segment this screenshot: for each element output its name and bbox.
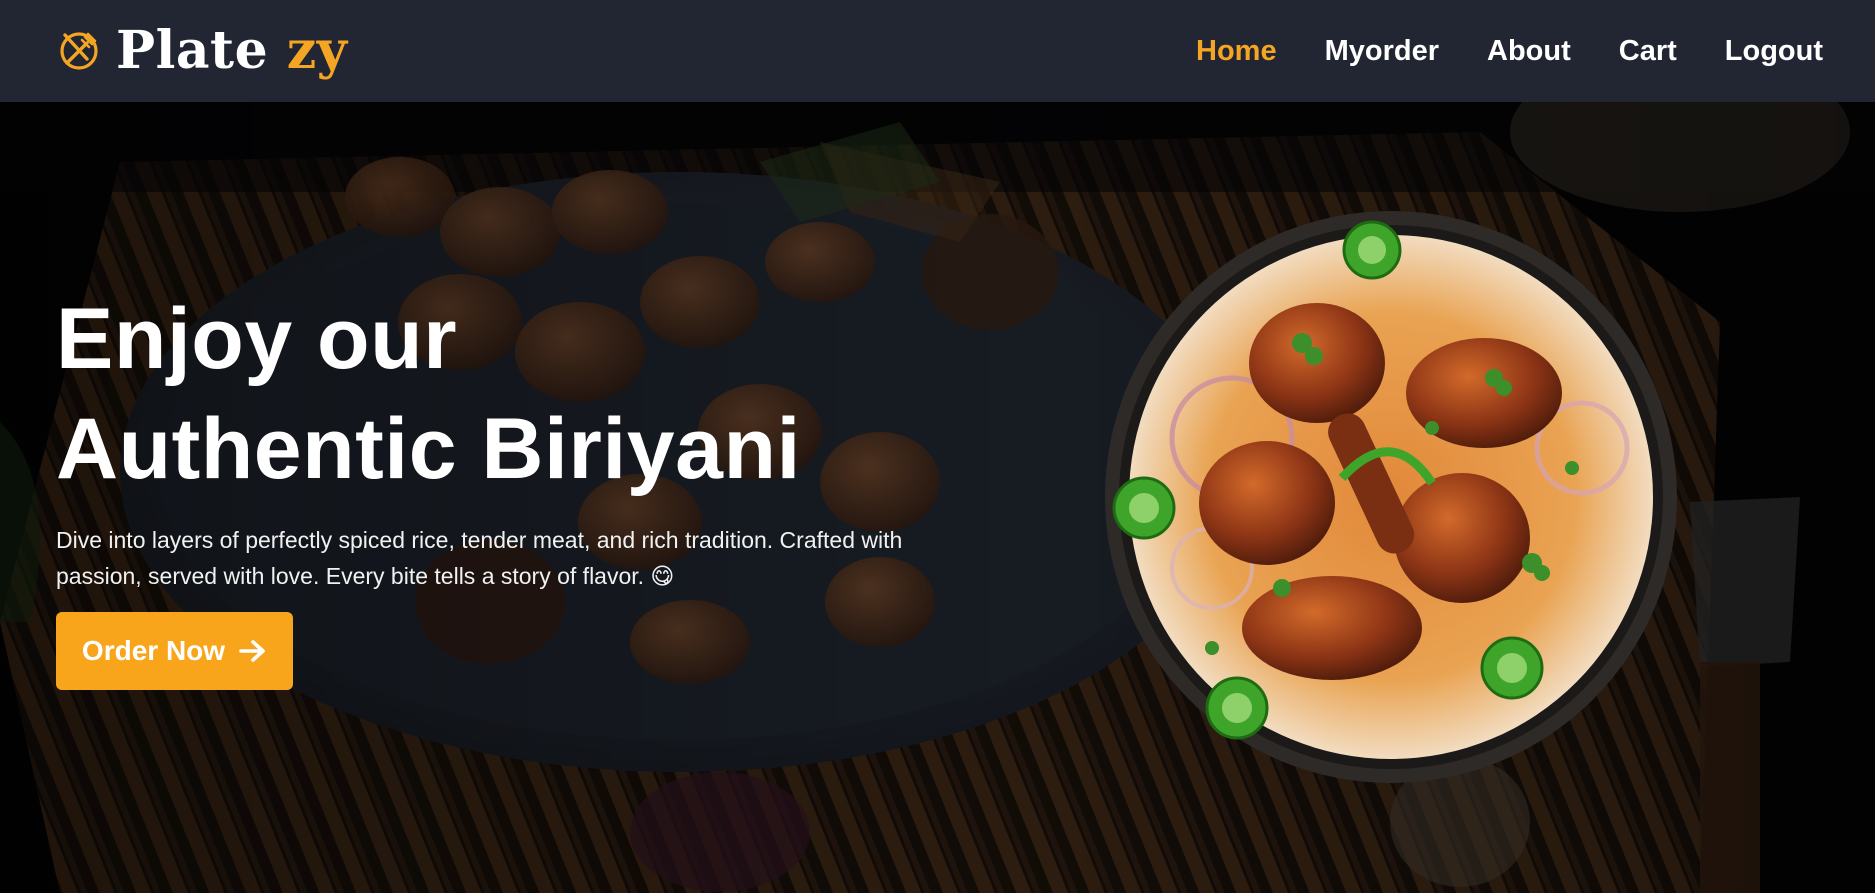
nav-about[interactable]: About (1487, 35, 1571, 68)
nav-logout[interactable]: Logout (1725, 35, 1823, 68)
nav-links: Home Myorder About Cart Logout (1196, 35, 1823, 68)
brand-name-accent: zy (286, 20, 348, 81)
order-now-label: Order Now (81, 635, 226, 666)
hero-title-line1: Enjoy our (56, 291, 458, 387)
navbar: Plate zy Home Myorder About Cart Logout (0, 0, 1875, 102)
brand-name-main: Plate (116, 20, 269, 81)
hero-content: Enjoy our Authentic Biriyani Dive into l… (56, 284, 956, 690)
hero-title: Enjoy our Authentic Biriyani (56, 284, 956, 504)
nav-cart[interactable]: Cart (1619, 35, 1677, 68)
biriyani-bowl-image (1105, 211, 1677, 783)
nav-myorder[interactable]: Myorder (1325, 35, 1439, 68)
order-now-button[interactable]: Order Now (56, 612, 293, 690)
hero-description: Dive into layers of perfectly spiced ric… (56, 527, 903, 589)
hero-title-line2: Authentic Biriyani (56, 401, 801, 497)
brand-logo[interactable]: Plate zy (56, 25, 348, 77)
hero-section: Enjoy our Authentic Biriyani Dive into l… (0, 102, 1875, 893)
arrow-right-icon (239, 639, 267, 663)
nav-home[interactable]: Home (1196, 35, 1277, 68)
utensils-circle-icon (56, 28, 102, 74)
brand-name: Plate zy (116, 25, 348, 77)
